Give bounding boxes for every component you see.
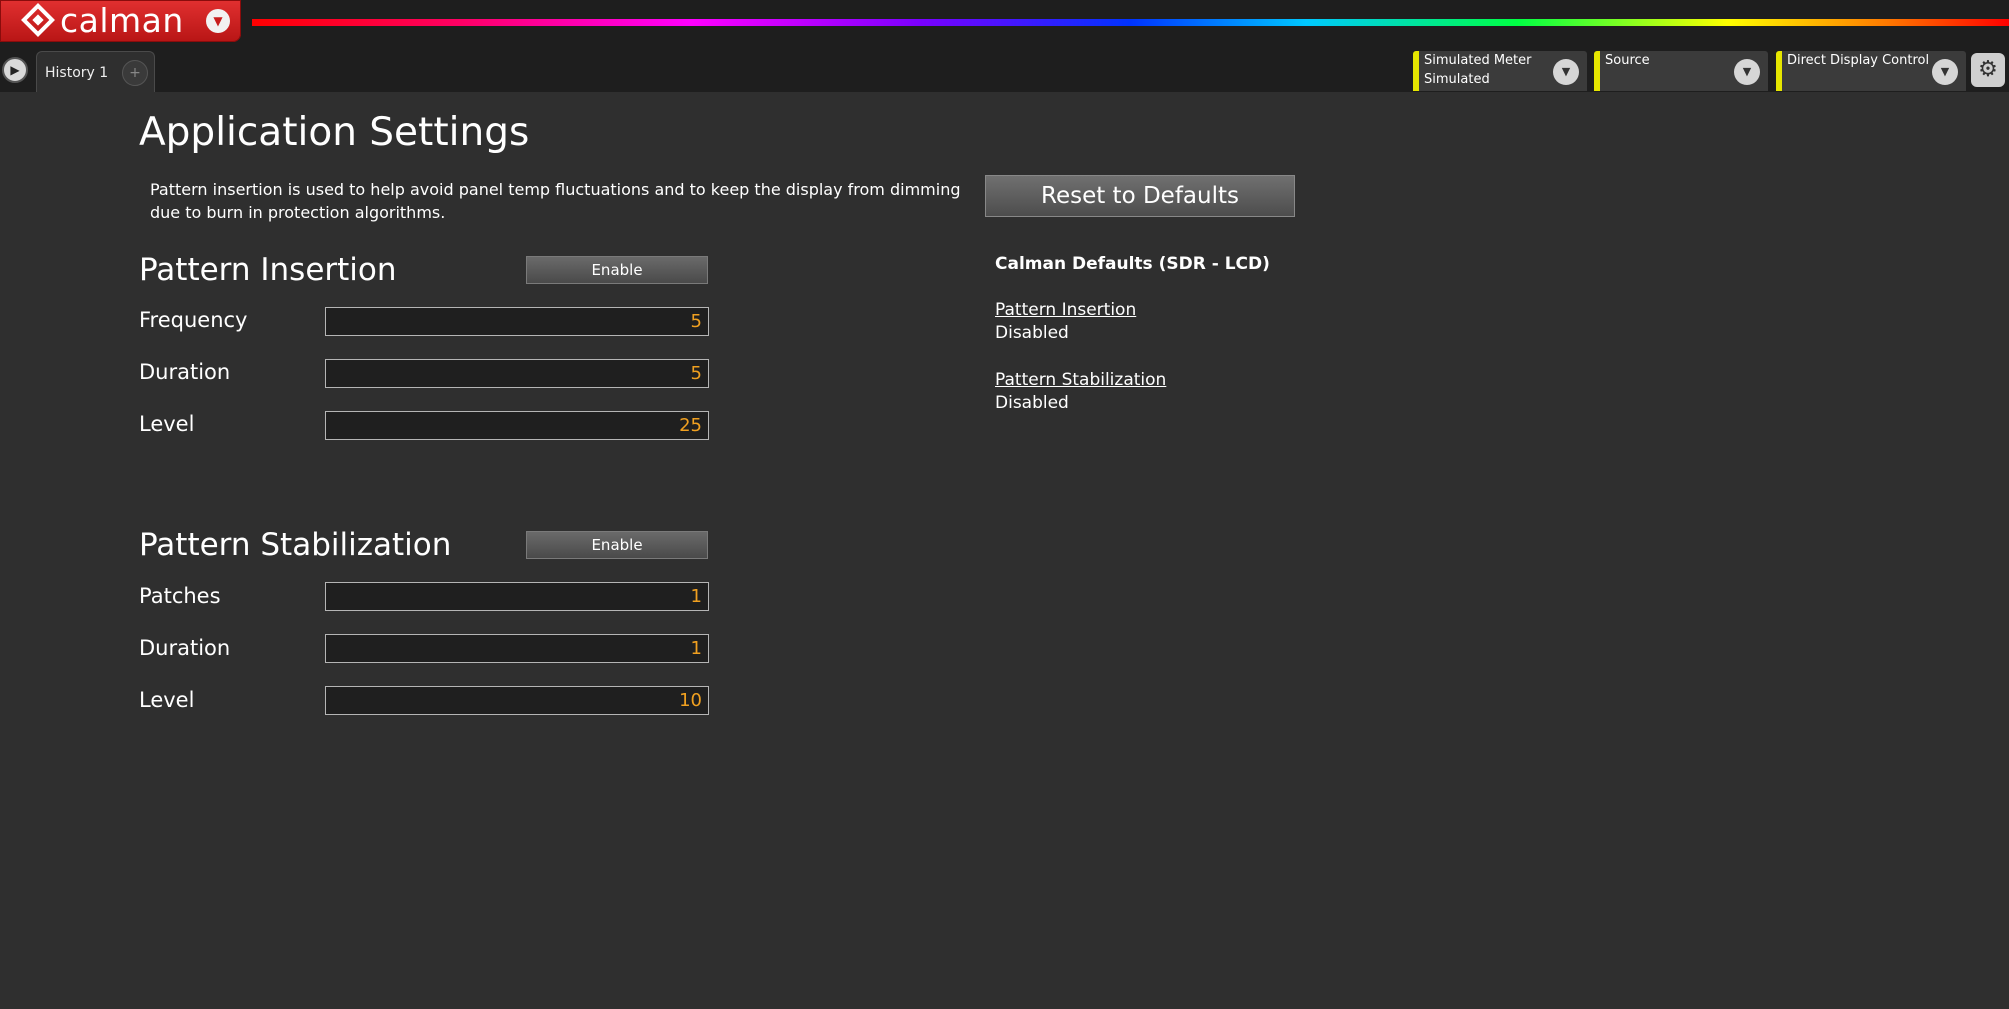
level-input[interactable] (325, 411, 709, 440)
gear-icon[interactable]: ⚙ (1971, 53, 2005, 87)
stabilization-duration-label: Duration (139, 636, 231, 660)
display-control-selector[interactable]: Direct Display Control ▼ (1776, 51, 1966, 91)
page-description: Pattern insertion is used to help avoid … (150, 180, 961, 222)
meter-selector[interactable]: Simulated Meter Simulated ▼ (1413, 51, 1587, 91)
patches-input[interactable] (325, 582, 709, 611)
duration-input[interactable] (325, 359, 709, 388)
meter-status: Simulated (1424, 72, 1490, 87)
chevron-down-icon[interactable]: ▼ (1932, 59, 1958, 85)
logo-text: calman (60, 1, 184, 40)
default-pattern-stabilization-link[interactable]: Pattern Stabilization (995, 370, 1166, 390)
stabilization-level-input[interactable] (325, 686, 709, 715)
patches-label: Patches (139, 584, 221, 608)
add-tab-icon[interactable]: + (122, 60, 148, 86)
defaults-heading: Calman Defaults (SDR - LCD) (995, 254, 1270, 274)
display-control-name: Direct Display Control (1787, 53, 1930, 68)
pattern-insertion-enable-button[interactable]: Enable (526, 256, 708, 284)
reset-to-defaults-button[interactable]: Reset to Defaults (985, 175, 1295, 217)
default-pattern-insertion-value: Disabled (995, 323, 1069, 343)
page-title: Application Settings (139, 110, 530, 155)
frequency-input[interactable] (325, 307, 709, 336)
chevron-down-icon[interactable]: ▼ (206, 9, 230, 33)
stabilization-duration-input[interactable] (325, 634, 709, 663)
meter-name: Simulated Meter (1424, 53, 1532, 68)
duration-label: Duration (139, 360, 231, 384)
stabilization-level-label: Level (139, 688, 195, 712)
chevron-down-icon[interactable]: ▼ (1734, 59, 1760, 85)
level-label: Level (139, 412, 195, 436)
source-selector[interactable]: Source ▼ (1594, 51, 1768, 91)
default-pattern-stabilization-value: Disabled (995, 393, 1069, 413)
pattern-stabilization-enable-button[interactable]: Enable (526, 531, 708, 559)
frequency-label: Frequency (139, 308, 248, 332)
pattern-insertion-title: Pattern Insertion (139, 252, 397, 288)
default-pattern-insertion-link[interactable]: Pattern Insertion (995, 300, 1136, 320)
rainbow-bar (252, 19, 2009, 26)
chevron-down-icon[interactable]: ▼ (1553, 59, 1579, 85)
play-icon[interactable]: ▶ (2, 57, 28, 83)
top-bar: calman ▼ ▶ History 1 + Simulated Meter S… (0, 0, 2009, 92)
source-name: Source (1605, 53, 1650, 68)
tab-label: History 1 (45, 65, 109, 81)
pattern-stabilization-title: Pattern Stabilization (139, 527, 452, 563)
calman-logo-icon (21, 3, 55, 37)
calman-logo-menu[interactable]: calman ▼ (0, 0, 241, 42)
